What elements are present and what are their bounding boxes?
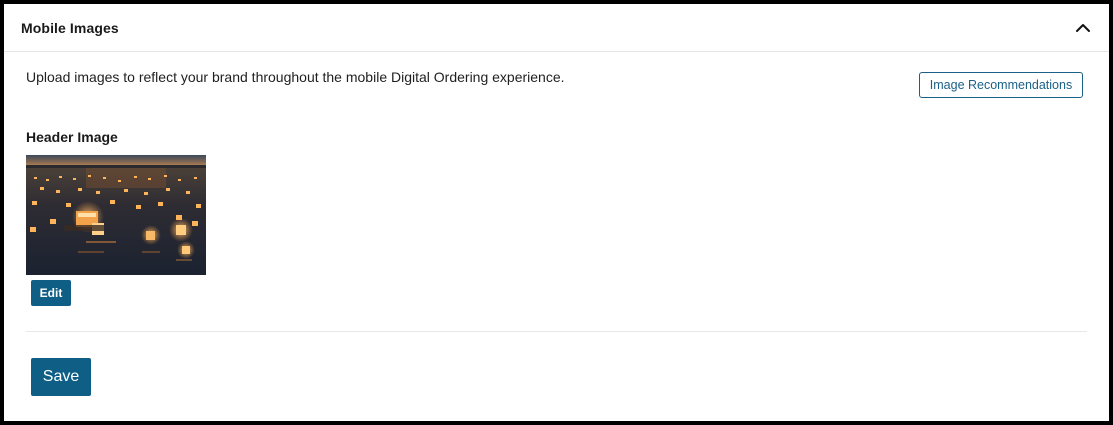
edit-header-image-button[interactable]: Edit: [31, 280, 71, 306]
panel-title: Mobile Images: [21, 20, 119, 36]
header-image-preview: [26, 155, 206, 275]
panel-description: Upload images to reflect your brand thro…: [26, 69, 565, 85]
header-image-label: Header Image: [26, 129, 118, 145]
chevron-up-icon: [1076, 24, 1090, 32]
save-button[interactable]: Save: [31, 358, 91, 396]
image-recommendations-button[interactable]: Image Recommendations: [919, 72, 1083, 98]
panel-header[interactable]: Mobile Images: [4, 4, 1109, 52]
divider: [26, 331, 1087, 332]
collapse-button[interactable]: [1073, 18, 1093, 38]
